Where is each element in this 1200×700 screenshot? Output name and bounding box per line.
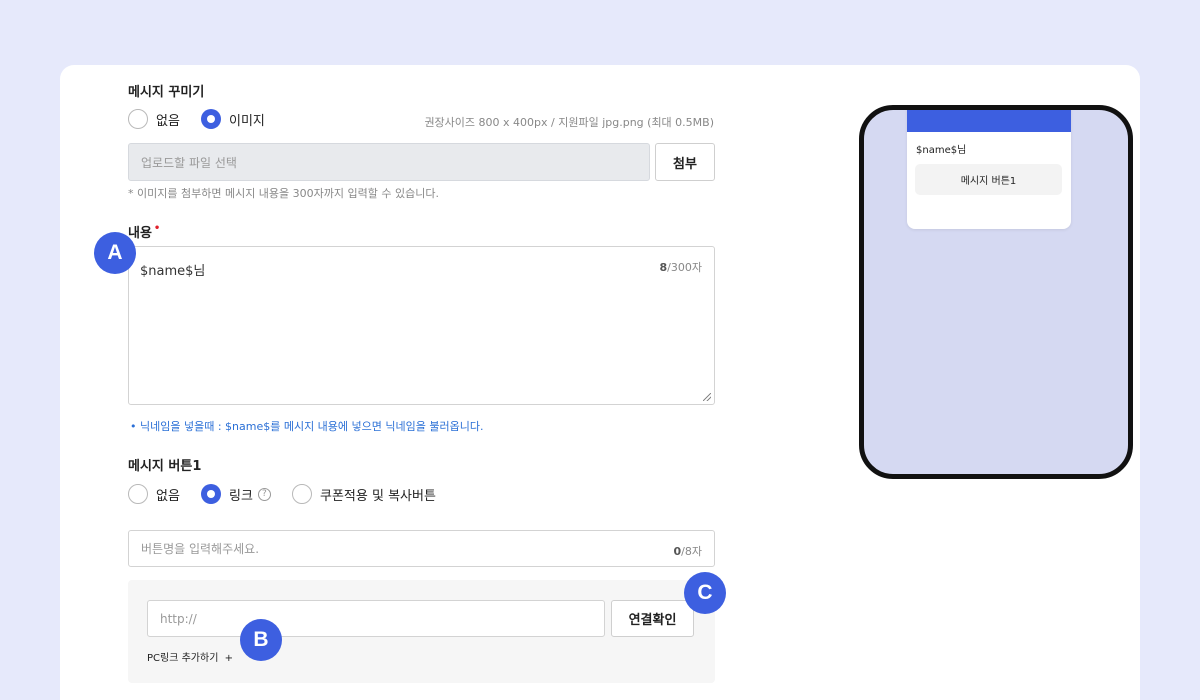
preview-message-card: $name$님 메시지 버튼1 <box>907 110 1071 229</box>
image-size-hint: 권장사이즈 800 x 400px / 지원파일 jpg.png (최대 0.5… <box>424 116 714 129</box>
content-counter: 8/300자 <box>660 259 702 275</box>
preview-text: $name$님 <box>916 145 967 156</box>
button-name-max: /8자 <box>681 545 702 558</box>
radio-button-none[interactable]: 없음 <box>128 484 180 504</box>
question-circle-icon[interactable]: ? <box>257 487 271 501</box>
radio-label: 없음 <box>156 113 180 129</box>
url-input[interactable]: http:// <box>147 600 605 637</box>
radio-button-coupon[interactable]: 쿠폰적용 및 복사버튼 <box>292 484 436 504</box>
preview-button: 메시지 버튼1 <box>915 164 1062 195</box>
required-mark: • <box>153 223 161 234</box>
radio-label: 쿠폰적용 및 복사버튼 <box>320 488 436 504</box>
radio-button-link[interactable]: 링크 ? <box>201 484 271 504</box>
badge-a: A <box>94 232 136 274</box>
preview-image <box>907 110 1071 132</box>
verify-link-button[interactable]: 연결확인 <box>611 600 694 637</box>
content-title-text: 내용 <box>128 226 152 241</box>
button-name-placeholder: 버튼명을 입력해주세요. <box>141 542 260 556</box>
radio-decoration-image[interactable]: 이미지 <box>201 109 265 129</box>
phone-preview: $name$님 메시지 버튼1 <box>859 105 1133 479</box>
radio-circle-selected[interactable] <box>201 484 221 504</box>
link-panel: http:// 연결확인 PC링크 추가하기 + <box>128 580 715 683</box>
radio-label: 없음 <box>156 488 180 504</box>
radio-decoration-none[interactable]: 없음 <box>128 109 180 129</box>
radio-label: 링크 <box>229 488 253 504</box>
radio-label: 이미지 <box>229 113 265 129</box>
decoration-title: 메시지 꾸미기 <box>128 85 205 100</box>
radio-circle[interactable] <box>292 484 312 504</box>
main-card: 메시지 꾸미기 없음 이미지 권장사이즈 800 x 400px / 지원파일 … <box>60 65 1140 700</box>
button-name-counter: 0/8자 <box>674 543 702 559</box>
radio-circle-selected[interactable] <box>201 109 221 129</box>
radio-circle[interactable] <box>128 109 148 129</box>
content-max: /300자 <box>667 261 702 274</box>
radio-circle[interactable] <box>128 484 148 504</box>
file-select-input[interactable]: 업로드할 파일 선택 <box>128 143 650 181</box>
content-textarea[interactable]: $name$님 8/300자 <box>128 246 715 405</box>
content-title: 내용 • <box>128 222 160 241</box>
button-name-input[interactable]: 버튼명을 입력해주세요. 0/8자 <box>128 530 715 567</box>
add-pc-link[interactable]: PC링크 추가하기 + <box>147 649 233 664</box>
content-value: $name$님 <box>140 264 206 279</box>
badge-b: B <box>240 619 282 661</box>
resize-grip-icon[interactable] <box>703 393 711 401</box>
nickname-tip: • 닉네임을 넣을때 : $name$를 메시지 내용에 넣으면 닉네임을 불러… <box>130 420 484 433</box>
image-note: * 이미지를 첨부하면 메시지 내용을 300자까지 입력할 수 있습니다. <box>128 187 439 200</box>
attach-button[interactable]: 첨부 <box>655 143 715 181</box>
badge-c: C <box>684 572 726 614</box>
add-pc-link-label: PC링크 추가하기 <box>147 653 219 664</box>
plus-icon: + <box>224 653 233 664</box>
message-button-title: 메시지 버튼1 <box>128 459 202 474</box>
